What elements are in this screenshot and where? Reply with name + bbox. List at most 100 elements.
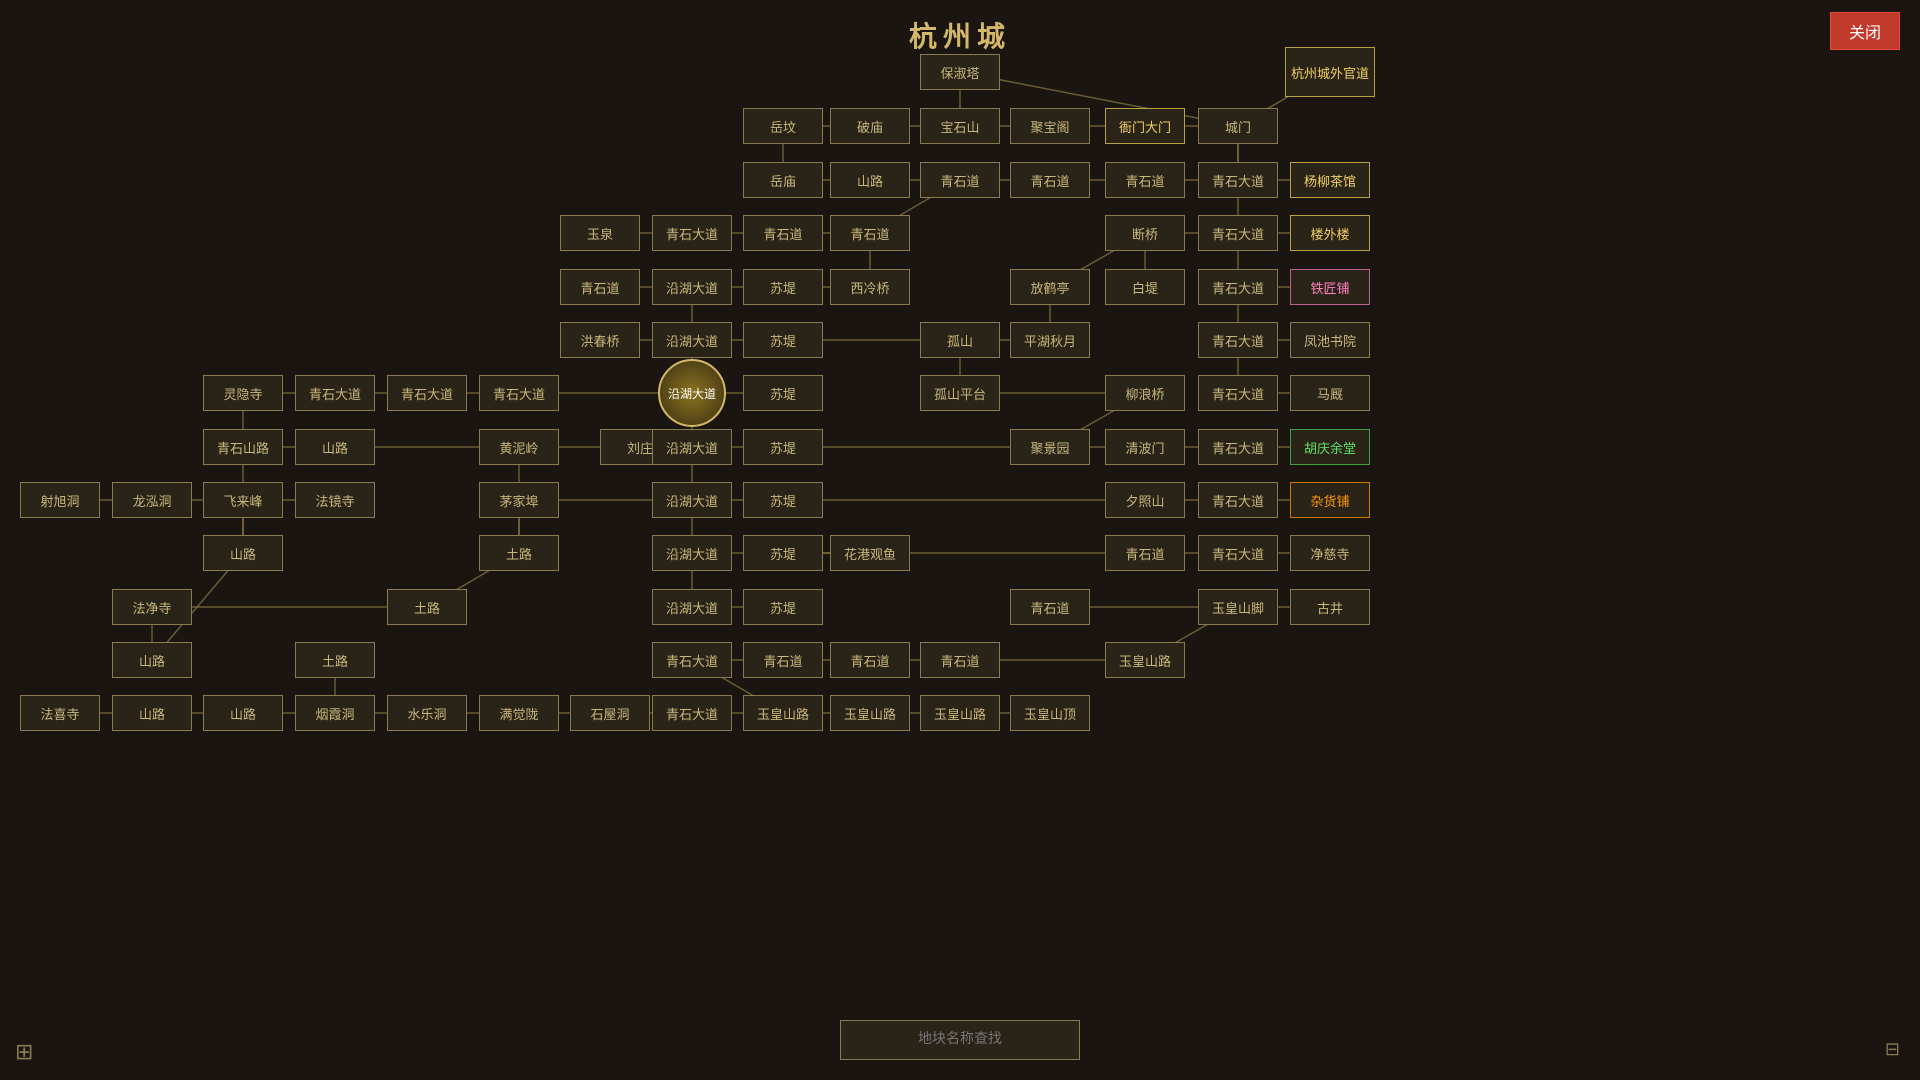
node-土路1[interactable]: 土路 — [479, 535, 559, 571]
search-input[interactable] — [840, 1020, 1080, 1060]
node-青石大道14[interactable]: 青石大道 — [652, 695, 732, 731]
node-玉皇山脚[interactable]: 玉皇山脚 — [1198, 589, 1278, 625]
node-洪春桥[interactable]: 洪春桥 — [560, 322, 640, 358]
node-法净寺[interactable]: 法净寺 — [112, 589, 192, 625]
node-青石道9[interactable]: 青石道 — [743, 642, 823, 678]
node-青石大道4[interactable]: 青石大道 — [1198, 269, 1278, 305]
node-青石大道13[interactable]: 青石大道 — [652, 642, 732, 678]
node-青石道8[interactable]: 青石道 — [1010, 589, 1090, 625]
node-青石山路[interactable]: 青石山路 — [203, 429, 283, 465]
node-山路4[interactable]: 山路 — [112, 642, 192, 678]
node-青石道2[interactable]: 青石道 — [1010, 162, 1090, 198]
node-山路3[interactable]: 山路 — [203, 535, 283, 571]
node-沿湖大道6[interactable]: 沿湖大道 — [652, 535, 732, 571]
node-沿湖大道3[interactable]: 沿湖大道 — [658, 359, 726, 427]
node-白堤[interactable]: 白堤 — [1105, 269, 1185, 305]
node-杭州城外官道[interactable]: 杭州城外官道 — [1285, 47, 1375, 97]
node-岳坟[interactable]: 岳坟 — [743, 108, 823, 144]
node-苏堤6[interactable]: 苏堤 — [743, 535, 823, 571]
node-聚宝阁[interactable]: 聚宝阁 — [1010, 108, 1090, 144]
node-石屋洞[interactable]: 石屋洞 — [570, 695, 650, 731]
node-青石大道9[interactable]: 青石大道 — [1198, 375, 1278, 411]
node-沿湖大道1[interactable]: 沿湖大道 — [652, 269, 732, 305]
node-苏堤1[interactable]: 苏堤 — [743, 269, 823, 305]
node-苏堤4[interactable]: 苏堤 — [743, 429, 823, 465]
node-土路2[interactable]: 土路 — [387, 589, 467, 625]
node-青石大道1[interactable]: 青石大道 — [1198, 162, 1278, 198]
close-button[interactable]: 关闭 — [1830, 12, 1900, 50]
node-平湖秋月[interactable]: 平湖秋月 — [1010, 322, 1090, 358]
node-胡庆余堂[interactable]: 胡庆余堂 — [1290, 429, 1370, 465]
node-苏堤7[interactable]: 苏堤 — [743, 589, 823, 625]
node-宝石山[interactable]: 宝石山 — [920, 108, 1000, 144]
node-苏堤5[interactable]: 苏堤 — [743, 482, 823, 518]
node-楼外楼[interactable]: 楼外楼 — [1290, 215, 1370, 251]
node-青石大道2[interactable]: 青石大道 — [652, 215, 732, 251]
node-古井[interactable]: 古井 — [1290, 589, 1370, 625]
node-西冷桥[interactable]: 西冷桥 — [830, 269, 910, 305]
node-马厩[interactable]: 马厩 — [1290, 375, 1370, 411]
node-烟霞洞[interactable]: 烟霞洞 — [295, 695, 375, 731]
node-净慈寺[interactable]: 净慈寺 — [1290, 535, 1370, 571]
node-法喜寺[interactable]: 法喜寺 — [20, 695, 100, 731]
node-铁匠铺[interactable]: 铁匠铺 — [1290, 269, 1370, 305]
node-断桥[interactable]: 断桥 — [1105, 215, 1185, 251]
node-满觉陇[interactable]: 满觉陇 — [479, 695, 559, 731]
node-水乐洞[interactable]: 水乐洞 — [387, 695, 467, 731]
node-沿湖大道2[interactable]: 沿湖大道 — [652, 322, 732, 358]
node-玉皇山路4[interactable]: 玉皇山路 — [920, 695, 1000, 731]
node-玉皇山顶[interactable]: 玉皇山顶 — [1010, 695, 1090, 731]
node-聚景园[interactable]: 聚景园 — [1010, 429, 1090, 465]
node-青石道4[interactable]: 青石道 — [743, 215, 823, 251]
node-孤山[interactable]: 孤山 — [920, 322, 1000, 358]
node-土路3[interactable]: 土路 — [295, 642, 375, 678]
node-茅家埠[interactable]: 茅家埠 — [479, 482, 559, 518]
node-青石道7[interactable]: 青石道 — [1105, 535, 1185, 571]
node-杂货铺[interactable]: 杂货铺 — [1290, 482, 1370, 518]
node-青石道11[interactable]: 青石道 — [920, 642, 1000, 678]
node-衙门大门[interactable]: 衙门大门 — [1105, 108, 1185, 144]
node-花港观鱼[interactable]: 花港观鱼 — [830, 535, 910, 571]
node-城门[interactable]: 城门 — [1198, 108, 1278, 144]
node-孤山平台[interactable]: 孤山平台 — [920, 375, 1000, 411]
node-龙泓洞[interactable]: 龙泓洞 — [112, 482, 192, 518]
node-青石道5[interactable]: 青石道 — [830, 215, 910, 251]
node-玉泉[interactable]: 玉泉 — [560, 215, 640, 251]
node-凤池书院[interactable]: 凤池书院 — [1290, 322, 1370, 358]
node-青石大道6[interactable]: 青石大道 — [295, 375, 375, 411]
node-放鹤亭[interactable]: 放鹤亭 — [1010, 269, 1090, 305]
node-青石大道10[interactable]: 青石大道 — [1198, 429, 1278, 465]
node-破庙[interactable]: 破庙 — [830, 108, 910, 144]
node-玉皇山路3[interactable]: 玉皇山路 — [830, 695, 910, 731]
node-青石大道12[interactable]: 青石大道 — [1198, 535, 1278, 571]
node-清波门[interactable]: 清波门 — [1105, 429, 1185, 465]
node-法镜寺[interactable]: 法镜寺 — [295, 482, 375, 518]
node-保淑塔[interactable]: 保淑塔 — [920, 54, 1000, 90]
node-山路2[interactable]: 山路 — [295, 429, 375, 465]
node-黄泥岭[interactable]: 黄泥岭 — [479, 429, 559, 465]
node-射旭洞[interactable]: 射旭洞 — [20, 482, 100, 518]
node-玉皇山路2[interactable]: 玉皇山路 — [743, 695, 823, 731]
node-沿湖大道7[interactable]: 沿湖大道 — [652, 589, 732, 625]
node-青石道10[interactable]: 青石道 — [830, 642, 910, 678]
node-山路1[interactable]: 山路 — [830, 162, 910, 198]
node-青石大道3[interactable]: 青石大道 — [1198, 215, 1278, 251]
node-山路5[interactable]: 山路 — [112, 695, 192, 731]
node-夕照山[interactable]: 夕照山 — [1105, 482, 1185, 518]
node-青石道1[interactable]: 青石道 — [920, 162, 1000, 198]
node-青石大道8[interactable]: 青石大道 — [479, 375, 559, 411]
node-苏堤3[interactable]: 苏堤 — [743, 375, 823, 411]
node-沿湖大道4[interactable]: 沿湖大道 — [652, 429, 732, 465]
node-杨柳茶馆[interactable]: 杨柳茶馆 — [1290, 162, 1370, 198]
node-青石道3[interactable]: 青石道 — [1105, 162, 1185, 198]
node-沿湖大道5[interactable]: 沿湖大道 — [652, 482, 732, 518]
node-山路6[interactable]: 山路 — [203, 695, 283, 731]
node-青石大道11[interactable]: 青石大道 — [1198, 482, 1278, 518]
node-玉皇山路1[interactable]: 玉皇山路 — [1105, 642, 1185, 678]
node-苏堤2[interactable]: 苏堤 — [743, 322, 823, 358]
node-柳浪桥[interactable]: 柳浪桥 — [1105, 375, 1185, 411]
node-青石大道7[interactable]: 青石大道 — [387, 375, 467, 411]
node-青石大道5[interactable]: 青石大道 — [1198, 322, 1278, 358]
node-飞来峰[interactable]: 飞来峰 — [203, 482, 283, 518]
node-青石道6[interactable]: 青石道 — [560, 269, 640, 305]
